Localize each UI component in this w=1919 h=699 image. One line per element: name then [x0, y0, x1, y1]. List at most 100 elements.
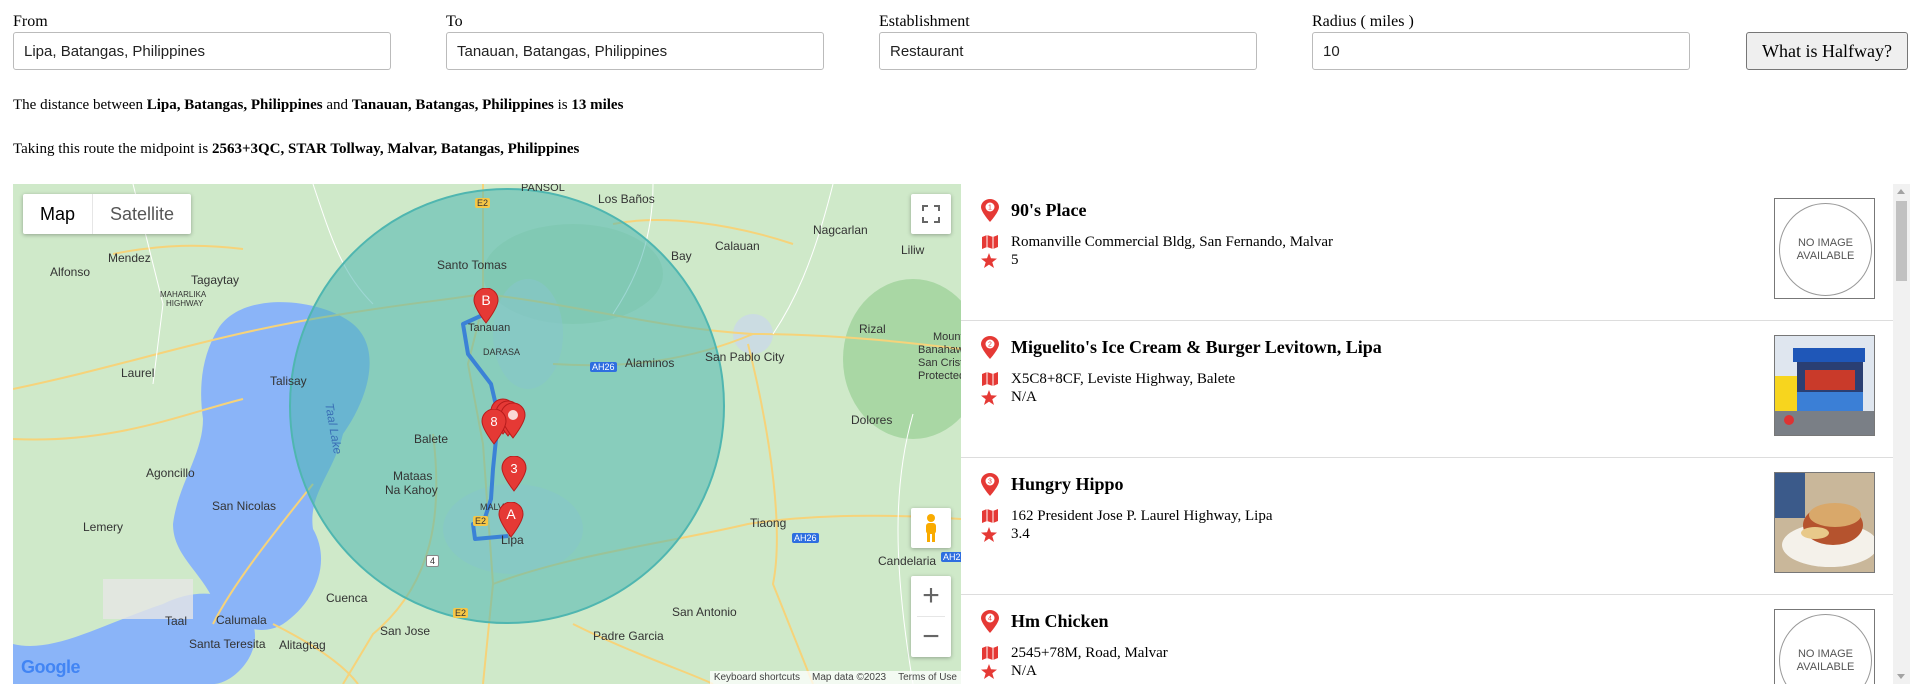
distance-prefix: The distance between — [13, 97, 143, 113]
results-scrollbar[interactable] — [1893, 184, 1910, 684]
scroll-up-arrow-icon[interactable] — [1897, 189, 1905, 194]
result-rating: N/A — [1011, 389, 1037, 405]
fullscreen-button[interactable] — [911, 194, 951, 234]
marker-3-text: 3 — [510, 461, 517, 476]
place-label: San Cristobal — [918, 357, 961, 369]
zoom-out-button[interactable]: − — [911, 617, 951, 657]
result-name[interactable]: Hm Chicken — [1011, 611, 1109, 632]
map-pin-icon: 3 — [981, 473, 999, 496]
map-type-satellite-button[interactable]: Satellite — [93, 194, 191, 234]
from-field-group: From — [13, 12, 391, 70]
map-attribution: Keyboard shortcuts Map data ©2023 Terms … — [709, 671, 961, 684]
place-label: Alaminos — [625, 356, 675, 370]
result-thumbnail — [1774, 472, 1875, 573]
google-logo-text: Google — [21, 657, 81, 677]
midpoint-summary: Taking this route the midpoint is 2563+3… — [13, 139, 579, 159]
place-label: Santo Tomas — [437, 258, 507, 272]
road-shield-e2: E2 — [475, 198, 491, 208]
place-label: Calauan — [715, 239, 760, 253]
road-shield-4: 4 — [426, 555, 440, 567]
place-label: Alfonso — [50, 265, 91, 279]
marker-8-icon[interactable]: 8 — [481, 409, 507, 445]
place-label: Tagaytay — [191, 273, 240, 287]
place-label: Balete — [414, 432, 449, 446]
from-input[interactable] — [13, 32, 391, 70]
place-label: Nagcarlan — [813, 223, 868, 237]
marker-8-text: 8 — [490, 414, 497, 429]
road-shield-ah26: AH26 — [590, 362, 617, 372]
place-label: Protected — [918, 370, 961, 382]
place-label: Lemery — [83, 520, 124, 534]
place-label: Los Baños — [598, 192, 655, 206]
marker-b-icon[interactable]: B — [473, 288, 499, 324]
place-label: Agoncillo — [146, 466, 195, 480]
place-label: Bay — [671, 249, 692, 263]
food-stall-photo — [1775, 336, 1874, 435]
map-type-map-button[interactable]: Map — [23, 194, 94, 234]
to-input[interactable] — [446, 32, 824, 70]
to-field-group: To — [446, 12, 824, 70]
summary-to: Tanauan, Batangas, Philippines — [351, 97, 554, 113]
place-label: MAHARLIKA — [160, 290, 207, 299]
result-address: X5C8+8CF, Leviste Highway, Balete — [1011, 371, 1236, 387]
establishment-field-group: Establishment — [879, 12, 1257, 70]
result-name[interactable]: Miguelito's Ice Cream & Burger Levitown,… — [1011, 337, 1382, 358]
result-address: 2545+78M, Road, Malvar — [1011, 645, 1168, 661]
map-view[interactable]: E2 AH26 4 E2 AH26 AH2 E2 PANSOL Los Baño… — [13, 184, 961, 684]
result-item[interactable]: 1 90's Place Romanville Commercial Bldg,… — [961, 184, 1893, 321]
result-address: Romanville Commercial Bldg, San Fernando… — [1011, 234, 1334, 250]
result-thumbnail — [1774, 335, 1875, 436]
what-is-halfway-button[interactable]: What is Halfway? — [1746, 32, 1908, 70]
burger-photo — [1775, 473, 1874, 572]
place-label: Tiaong — [750, 516, 787, 530]
result-item[interactable]: 2 Miguelito's Ice Cream & Burger Levitow… — [961, 321, 1893, 458]
result-rating: N/A — [1011, 663, 1037, 679]
result-number: 4 — [988, 616, 992, 623]
place-label: Padre Garcia — [593, 629, 664, 643]
scroll-down-arrow-icon[interactable] — [1897, 674, 1905, 679]
keyboard-shortcuts-link[interactable]: Keyboard shortcuts — [714, 672, 800, 683]
road-shield-e2-c: E2 — [453, 608, 469, 618]
map-type-control: Map Satellite — [23, 194, 192, 234]
radius-input[interactable] — [1312, 32, 1690, 70]
star-icon — [981, 253, 997, 268]
map-pin-icon: 1 — [981, 199, 999, 222]
place-label: Mendez — [108, 251, 151, 265]
place-label: Santa Teresita — [189, 637, 266, 651]
result-number: 3 — [988, 479, 992, 486]
place-label: DARASA — [483, 347, 521, 357]
result-name[interactable]: 90's Place — [1011, 200, 1086, 221]
map-pin-icon: 4 — [981, 610, 999, 633]
zoom-control: + − — [911, 576, 951, 657]
result-rating: 5 — [1011, 252, 1019, 268]
street-view-button[interactable] — [911, 508, 951, 548]
road-shield-ah2: AH2 — [941, 552, 961, 562]
map-data-text: Map data ©2023 — [812, 672, 887, 683]
establishment-input[interactable] — [879, 32, 1257, 70]
establishment-label: Establishment — [879, 13, 970, 30]
marker-a-icon[interactable]: A — [498, 502, 524, 538]
result-item[interactable]: 4 Hm Chicken 2545+78M, Road, Malvar N/A … — [961, 595, 1893, 684]
radius-label: Radius ( miles ) — [1312, 13, 1414, 30]
summary-from: Lipa, Batangas, Philippines — [146, 97, 323, 113]
place-label: Alitagtag — [279, 638, 326, 652]
result-item[interactable]: 3 Hungry Hippo 162 President Jose P. Lau… — [961, 458, 1893, 595]
place-label: Candelaria — [878, 554, 937, 568]
zoom-in-button[interactable]: + — [911, 576, 951, 616]
place-label: Talisay — [270, 374, 307, 388]
result-name[interactable]: Hungry Hippo — [1011, 474, 1124, 495]
marker-3-icon[interactable]: 3 — [501, 456, 527, 492]
scroll-thumb[interactable] — [1896, 201, 1907, 281]
map-icon — [982, 372, 998, 386]
to-label: To — [446, 13, 463, 30]
result-number: 2 — [988, 342, 992, 349]
place-label: Cuenca — [326, 591, 368, 605]
google-logo: Google — [21, 657, 81, 678]
place-label: Banahaw — [918, 344, 961, 356]
place-label: Liliw — [901, 243, 925, 257]
road-shield-e2-b: E2 — [473, 516, 489, 526]
place-label: Rizal — [859, 322, 886, 336]
place-label: San Pablo City — [705, 350, 785, 364]
terms-of-use-link[interactable]: Terms of Use — [898, 672, 957, 683]
results-list: 1 90's Place Romanville Commercial Bldg,… — [961, 184, 1893, 684]
